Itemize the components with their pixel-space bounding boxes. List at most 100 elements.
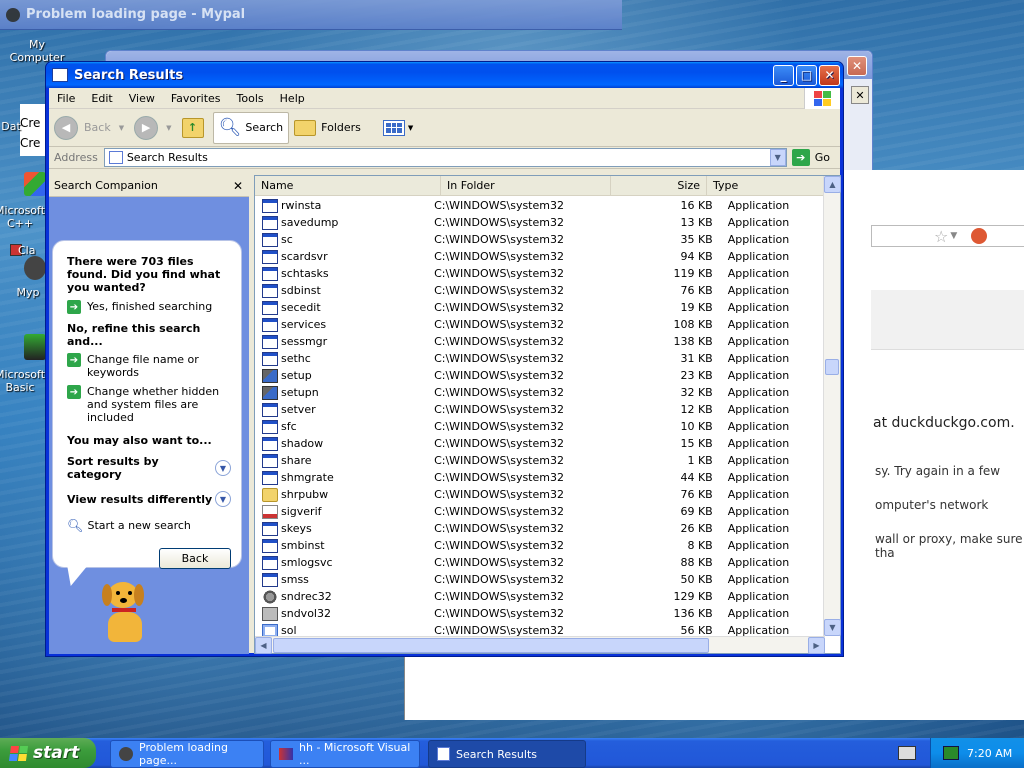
scroll-up-button[interactable]: ▲ — [824, 176, 841, 193]
window-titlebar[interactable]: Search Results _ □ ✕ — [46, 62, 843, 88]
table-row[interactable]: sdbinst C:\WINDOWS\system32 76 KB Applicati… — [255, 282, 824, 299]
app-icon — [262, 521, 278, 536]
start-button[interactable]: start — [0, 738, 96, 768]
scroll-thumb[interactable] — [825, 359, 839, 375]
bg-close-button[interactable]: ✕ — [847, 56, 867, 76]
views-dropdown-icon[interactable]: ▼ — [408, 124, 413, 132]
file-name: setver — [281, 403, 316, 416]
table-row[interactable]: services C:\WINDOWS\system32 108 KB Applica… — [255, 316, 824, 333]
table-row[interactable]: shadow C:\WINDOWS\system32 15 KB Applicatio… — [255, 435, 824, 452]
taskbar-item-search-results[interactable]: Search Results — [428, 740, 586, 768]
table-row[interactable]: shmgrate C:\WINDOWS\system32 44 KB Applicat… — [255, 469, 824, 486]
back-dropdown-icon[interactable]: ▼ — [119, 124, 124, 132]
desktop-icon-dat[interactable]: Dat — [0, 120, 46, 133]
table-row[interactable]: sfc C:\WINDOWS\system32 10 KB Application — [255, 418, 824, 435]
table-row[interactable]: sessmgr C:\WINDOWS\system32 138 KB Applicat… — [255, 333, 824, 350]
menu-edit[interactable]: Edit — [83, 92, 120, 105]
forward-button[interactable]: ▶ ▼ — [129, 112, 176, 144]
table-row[interactable]: sol C:\WINDOWS\system32 56 KB Application — [255, 622, 824, 637]
scroll-track[interactable] — [824, 193, 840, 619]
bg-inner-close-icon[interactable]: ✕ — [851, 86, 869, 104]
companion-close-icon[interactable]: ✕ — [233, 179, 243, 193]
clock[interactable]: 7:20 AM — [967, 747, 1012, 760]
table-row[interactable]: share C:\WINDOWS\system32 1 KB Application — [255, 452, 824, 469]
taskbar-item-visual-studio[interactable]: hh - Microsoft Visual ... — [270, 740, 420, 768]
close-button[interactable]: ✕ — [819, 64, 840, 86]
windows-logo-icon — [804, 87, 840, 109]
table-row[interactable]: sndrec32 C:\WINDOWS\system32 129 KB Applica… — [255, 588, 824, 605]
change-file-name-link[interactable]: ➔ Change file name or keywords — [67, 353, 231, 379]
expand-chevron-icon[interactable]: ▼ — [215, 460, 231, 476]
file-name: smlogsvc — [281, 556, 333, 569]
column-header-in-folder[interactable]: In Folder — [441, 176, 611, 195]
go-button[interactable]: ➔ Go — [791, 149, 830, 166]
up-folder-button[interactable]: ↑ — [177, 112, 209, 144]
table-row[interactable]: savedump C:\WINDOWS\system32 13 KB Applicat… — [255, 214, 824, 231]
views-button[interactable]: ▼ — [378, 112, 418, 144]
column-header-type[interactable]: Type — [707, 176, 824, 195]
scroll-right-button[interactable]: ▶ — [808, 636, 825, 654]
back-button[interactable]: ◀ Back ▼ — [49, 112, 129, 144]
expand-chevron-icon[interactable]: ▼ — [215, 491, 231, 507]
maximize-button[interactable]: □ — [796, 64, 817, 86]
view-results-link[interactable]: View results differently ▼ — [67, 491, 231, 507]
menu-help[interactable]: Help — [272, 92, 313, 105]
table-row[interactable]: sigverif C:\WINDOWS\system32 69 KB Applicat… — [255, 503, 824, 520]
table-row[interactable]: schtasks C:\WINDOWS\system32 119 KB Applica… — [255, 265, 824, 282]
table-row[interactable]: setup C:\WINDOWS\system32 23 KB Application — [255, 367, 824, 384]
minimize-button[interactable]: _ — [773, 64, 794, 86]
table-row[interactable]: scardsvr C:\WINDOWS\system32 94 KB Applicat… — [255, 248, 824, 265]
table-row[interactable]: secedit C:\WINDOWS\system32 19 KB Applicati… — [255, 299, 824, 316]
table-row[interactable]: smlogsvc C:\WINDOWS\system32 88 KB Applicat… — [255, 554, 824, 571]
bg-window-titlebar[interactable]: Problem loading page - Mypal — [0, 0, 622, 30]
visual-cpp-icon — [24, 172, 46, 196]
h-scroll-thumb[interactable] — [273, 637, 709, 653]
scroll-left-button[interactable]: ◀ — [255, 636, 272, 654]
menu-favorites[interactable]: Favorites — [163, 92, 229, 105]
column-header-size[interactable]: Size — [611, 176, 707, 195]
search-dog-icon[interactable] — [96, 578, 156, 648]
table-row[interactable]: sc C:\WINDOWS\system32 35 KB Application — [255, 231, 824, 248]
menu-tools[interactable]: Tools — [229, 92, 272, 105]
companion-back-button[interactable]: Back — [159, 548, 231, 569]
dropdown-arrow-icon[interactable]: ▼ — [950, 231, 957, 241]
file-type: Application — [727, 488, 790, 501]
table-row[interactable]: sethc C:\WINDOWS\system32 31 KB Application — [255, 350, 824, 367]
column-header-name[interactable]: Name — [255, 176, 441, 195]
visual-basic-icon — [24, 334, 46, 360]
change-hidden-files-link[interactable]: ➔ Change whether hidden and system files… — [67, 385, 231, 424]
bookmark-star-icon[interactable]: ☆ — [934, 227, 948, 246]
table-row[interactable]: shrpubw C:\WINDOWS\system32 76 KB Applicati… — [255, 486, 824, 503]
yes-finished-link[interactable]: ➔ Yes, finished searching — [67, 300, 231, 314]
table-row[interactable]: setupn C:\WINDOWS\system32 32 KB Applicatio… — [255, 384, 824, 401]
search-button[interactable]: 🔍︎ Search — [212, 111, 290, 144]
table-row[interactable]: skeys C:\WINDOWS\system32 26 KB Application — [255, 520, 824, 537]
horizontal-scrollbar[interactable]: ◀ ▶ — [255, 636, 825, 654]
table-row[interactable]: smbinst C:\WINDOWS\system32 8 KB Applicatio… — [255, 537, 824, 554]
duckduckgo-icon[interactable] — [971, 228, 988, 244]
mypal-search-box[interactable]: ☆ ▼ — [871, 225, 1024, 247]
taskbar-item-mypal[interactable]: Problem loading page... — [110, 740, 264, 768]
table-row[interactable]: smss C:\WINDOWS\system32 50 KB Application — [255, 571, 824, 588]
sort-results-link[interactable]: Sort results by category ▼ — [67, 455, 231, 481]
forward-dropdown-icon[interactable]: ▼ — [166, 124, 171, 132]
menu-view[interactable]: View — [121, 92, 163, 105]
scroll-down-button[interactable]: ▼ — [824, 619, 841, 636]
vertical-scrollbar[interactable]: ▲ ▼ — [823, 176, 841, 636]
table-row[interactable]: rwinsta C:\WINDOWS\system32 16 KB Applicati… — [255, 197, 824, 214]
address-dropdown-icon[interactable]: ▼ — [769, 149, 786, 166]
menu-file[interactable]: File — [49, 92, 83, 105]
address-input[interactable]: Search Results ▼ — [103, 148, 787, 167]
visual-studio-icon — [279, 748, 293, 760]
app-icon — [262, 351, 278, 366]
network-tray-icon[interactable] — [943, 746, 959, 760]
keyboard-tray-icon[interactable] — [898, 746, 916, 760]
folders-button[interactable]: Folders — [289, 112, 366, 144]
table-row[interactable]: sndvol32 C:\WINDOWS\system32 136 KB Applica… — [255, 605, 824, 622]
desktop-icon-mypal[interactable]: Myp — [8, 286, 48, 299]
new-search-link[interactable]: 🔍︎ Start a new search — [67, 519, 231, 534]
h-scroll-track[interactable] — [272, 637, 808, 654]
file-size: 8 KB — [687, 539, 713, 552]
file-type: Application — [727, 250, 790, 263]
table-row[interactable]: setver C:\WINDOWS\system32 12 KB Applicatio… — [255, 401, 824, 418]
